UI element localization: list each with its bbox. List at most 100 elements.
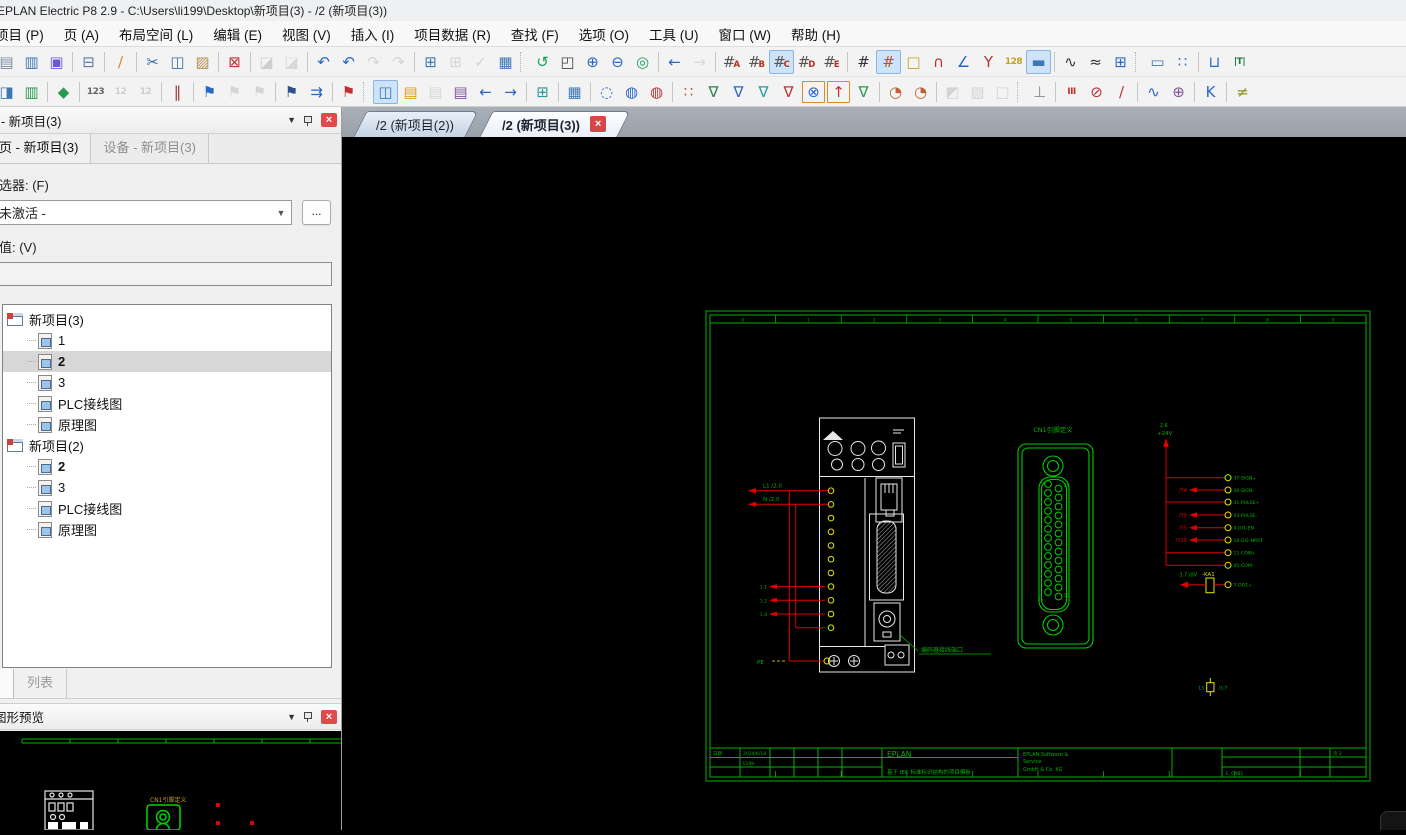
- filter-view-button[interactable]: ▦: [562, 80, 587, 104]
- k-connector-button[interactable]: K: [1198, 80, 1223, 104]
- close-tab-button[interactable]: ×: [590, 116, 606, 132]
- menu-item-4[interactable]: 视图 (V): [272, 21, 341, 47]
- sync-funnel-button[interactable]: ∇: [851, 80, 876, 104]
- menu-item-10[interactable]: 窗口 (W): [709, 21, 781, 47]
- open-project-button[interactable]: ▥: [19, 50, 44, 74]
- preview-pin-icon[interactable]: [302, 711, 313, 722]
- tree-page[interactable]: 3: [3, 372, 331, 393]
- angle-snap-button[interactable]: ∠: [951, 50, 976, 74]
- terminal-filter-1-button[interactable]: ∇: [701, 80, 726, 104]
- connection-slash-button[interactable]: ∕: [1109, 80, 1134, 104]
- device-select-button[interactable]: ◌: [594, 80, 619, 104]
- grid-toggle-button[interactable]: #: [851, 50, 876, 74]
- back-button[interactable]: ←: [662, 50, 687, 74]
- update-connections-button[interactable]: ‖: [165, 80, 190, 104]
- edit-mode-button[interactable]: ▬: [1026, 50, 1051, 74]
- schematic-canvas[interactable]: 0123456789 EPLAN基于 IEC 标准标识结构的项目模板EPLAN …: [342, 137, 1406, 830]
- copy-button[interactable]: ◫: [165, 50, 190, 74]
- cut-button[interactable]: ✂: [140, 50, 165, 74]
- insert-text-button[interactable]: |T|: [1227, 50, 1252, 74]
- paste-button[interactable]: ▨: [190, 50, 215, 74]
- snap-to-grid-button[interactable]: #: [876, 50, 901, 74]
- device-numbering-button[interactable]: 123: [83, 80, 108, 104]
- new-page-button[interactable]: ▤: [398, 80, 423, 104]
- tree-page[interactable]: 原理图: [3, 414, 331, 435]
- menu-item-1[interactable]: 页 (A): [54, 21, 109, 47]
- grid-size-b-button[interactable]: #B: [744, 50, 769, 74]
- gauge-1-button[interactable]: ◔: [883, 80, 908, 104]
- zoom-out-button[interactable]: ⊖: [605, 50, 630, 74]
- filter-browse-button[interactable]: ...: [302, 200, 331, 225]
- filter-dropdown[interactable]: - 未激活 - ▼: [0, 200, 292, 225]
- report-save-button[interactable]: ⚑: [279, 80, 304, 104]
- menu-item-3[interactable]: 编辑 (E): [203, 21, 272, 47]
- terminal-filter-2-button[interactable]: ∇: [726, 80, 751, 104]
- delete-selection-button[interactable]: ⊠: [222, 50, 247, 74]
- graphical-preview[interactable]: CN1引脚定义: [0, 731, 342, 830]
- page-navigator-button[interactable]: ◨: [0, 80, 19, 104]
- menu-item-9[interactable]: 工具 (U): [639, 21, 709, 47]
- refresh-view-button[interactable]: ↺: [530, 50, 555, 74]
- value-input[interactable]: [0, 262, 332, 286]
- bend-tool-button[interactable]: ∿: [1141, 80, 1166, 104]
- zoom-in-button[interactable]: ⊕: [580, 50, 605, 74]
- junction-tool-button[interactable]: ⊕: [1166, 80, 1191, 104]
- page-import-button[interactable]: ←: [473, 80, 498, 104]
- node-connections-button[interactable]: ∷: [1170, 50, 1195, 74]
- tree-project[interactable]: 新项目(3): [3, 309, 331, 330]
- insert-table-button[interactable]: ▦: [493, 50, 518, 74]
- merge-arrows-button[interactable]: ⇉: [304, 80, 329, 104]
- panel-menu-chevron-icon[interactable]: ▼: [281, 115, 302, 125]
- zoom-window-button[interactable]: ◰: [555, 50, 580, 74]
- parts-cart-button[interactable]: ⊔: [1202, 50, 1227, 74]
- tab-devices[interactable]: 设备 - 新项目(3): [91, 134, 208, 163]
- terminal-filter-3-button[interactable]: ∇: [751, 80, 776, 104]
- grid-size-d-button[interactable]: #D: [794, 50, 819, 74]
- plugin-button[interactable]: ◆: [51, 80, 76, 104]
- page-rename-button[interactable]: ▤: [448, 80, 473, 104]
- net-grid-button[interactable]: ⊞: [1108, 50, 1133, 74]
- menu-item-2[interactable]: 布局空间 (L): [109, 21, 203, 47]
- tree-page[interactable]: 原理图: [3, 519, 331, 540]
- grid-size-a-button[interactable]: #A: [719, 50, 744, 74]
- new-project-button[interactable]: ▤: [0, 50, 19, 74]
- tree-page[interactable]: 1: [3, 330, 331, 351]
- tree-page[interactable]: 2: [3, 456, 331, 477]
- crossing-tool-button[interactable]: ≠: [1230, 80, 1255, 104]
- tree-page[interactable]: 2: [3, 351, 331, 372]
- device-cross-button[interactable]: ⊗: [801, 80, 826, 104]
- device-navigator-button[interactable]: ▥: [19, 80, 44, 104]
- device-multi-button[interactable]: ◍: [644, 80, 669, 104]
- menu-item-0[interactable]: 项目 (P): [0, 21, 54, 47]
- tree-project[interactable]: 新项目(2): [3, 435, 331, 456]
- signal-wave-button[interactable]: ∿: [1058, 50, 1083, 74]
- table-add-button[interactable]: ⊞: [530, 80, 555, 104]
- device-single-button[interactable]: ◍: [619, 80, 644, 104]
- gauge-2-button[interactable]: ◔: [908, 80, 933, 104]
- panel-pin-icon[interactable]: [302, 115, 313, 126]
- document-tab-1[interactable]: /2 (新项目(3))×: [486, 111, 624, 137]
- preview-menu-chevron-icon[interactable]: ▼: [281, 712, 302, 722]
- page-export-button[interactable]: →: [498, 80, 523, 104]
- tree-page[interactable]: PLC接线图: [3, 498, 331, 519]
- report-ok-button[interactable]: ⚑: [197, 80, 222, 104]
- tab-tree[interactable]: 树: [0, 669, 14, 698]
- window-layout-button[interactable]: ⊞: [418, 50, 443, 74]
- menu-item-6[interactable]: 项目数据 (R): [404, 21, 501, 47]
- device-up-button[interactable]: ↑: [826, 80, 851, 104]
- signal-broadcast-button[interactable]: ≈: [1083, 50, 1108, 74]
- panel-close-button[interactable]: ×: [321, 113, 337, 127]
- tab-list[interactable]: 列表: [14, 669, 67, 698]
- tree-page[interactable]: 3: [3, 477, 331, 498]
- menu-item-8[interactable]: 选项 (O): [569, 21, 639, 47]
- preview-close-button[interactable]: ×: [321, 710, 337, 724]
- terminal-strips-button[interactable]: ∷: [676, 80, 701, 104]
- magnet-snap-button[interactable]: ∩: [926, 50, 951, 74]
- grid-size-c-button[interactable]: #C: [769, 50, 794, 74]
- grid-size-e-button[interactable]: #E: [819, 50, 844, 74]
- print-button[interactable]: ⊟: [76, 50, 101, 74]
- close-project-button[interactable]: ▣: [44, 50, 69, 74]
- stamp-tool-button[interactable]: ⊥: [1027, 80, 1052, 104]
- place-box-button[interactable]: ▭: [1145, 50, 1170, 74]
- connection-bars-button[interactable]: III: [1059, 80, 1084, 104]
